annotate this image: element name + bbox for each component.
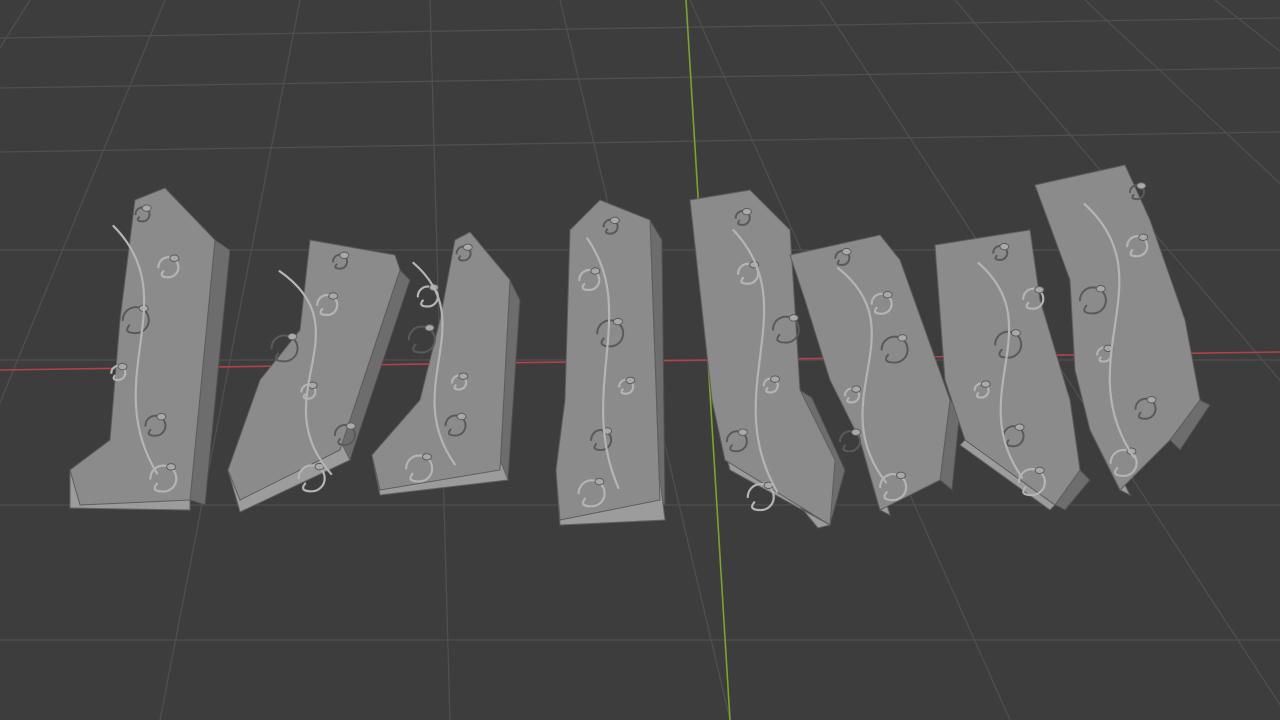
carved-boss [141,204,152,212]
carved-boss [590,267,601,275]
carved-boss [980,380,991,388]
carved-boss [1138,233,1149,241]
carved-boss [841,247,852,256]
carved-boss [458,372,469,380]
carved-boss [1034,286,1045,294]
carved-boss [897,334,908,342]
carved-boss [741,207,752,216]
carved-boss [625,376,636,385]
grid-line [0,131,1280,153]
piece-front-face [69,187,216,506]
carved-boss [345,422,356,430]
carved-boss [1095,285,1106,293]
carved-boss [1014,423,1025,431]
carved-boss [424,324,435,332]
carved-boss [895,471,906,480]
carved-boss [287,332,298,341]
carved-boss [462,243,473,251]
scene-objects [69,164,1211,529]
carved-boss [169,254,180,262]
carved-boss [851,428,862,436]
carved-boss [737,428,748,436]
carved-boss [1146,396,1157,404]
carved-boss [166,463,177,471]
carved-boss [1010,329,1021,337]
ornament-1[interactable] [69,187,231,511]
carved-boss [117,362,128,371]
carved-boss [421,453,432,461]
carved-boss [328,292,339,300]
ornament-4[interactable] [555,199,666,526]
carved-boss [851,385,862,393]
carved-boss [612,317,623,326]
carved-boss [882,291,893,299]
carved-boss [339,251,350,260]
carved-boss [609,216,620,225]
carved-boss [456,412,467,421]
carved-boss [1034,466,1045,475]
carved-boss [999,242,1010,251]
piece-front-face [689,189,836,526]
grid-line [0,67,1280,89]
3d-viewport[interactable] [0,0,1280,720]
carved-boss [770,375,781,383]
piece-front-face [934,229,1081,506]
grid-line [0,17,1280,39]
carved-boss [1136,182,1147,190]
carved-boss [788,314,799,322]
piece-front-face [555,199,661,521]
viewport-scene[interactable] [0,0,1280,720]
carved-boss [156,413,167,421]
carved-boss [594,477,605,486]
